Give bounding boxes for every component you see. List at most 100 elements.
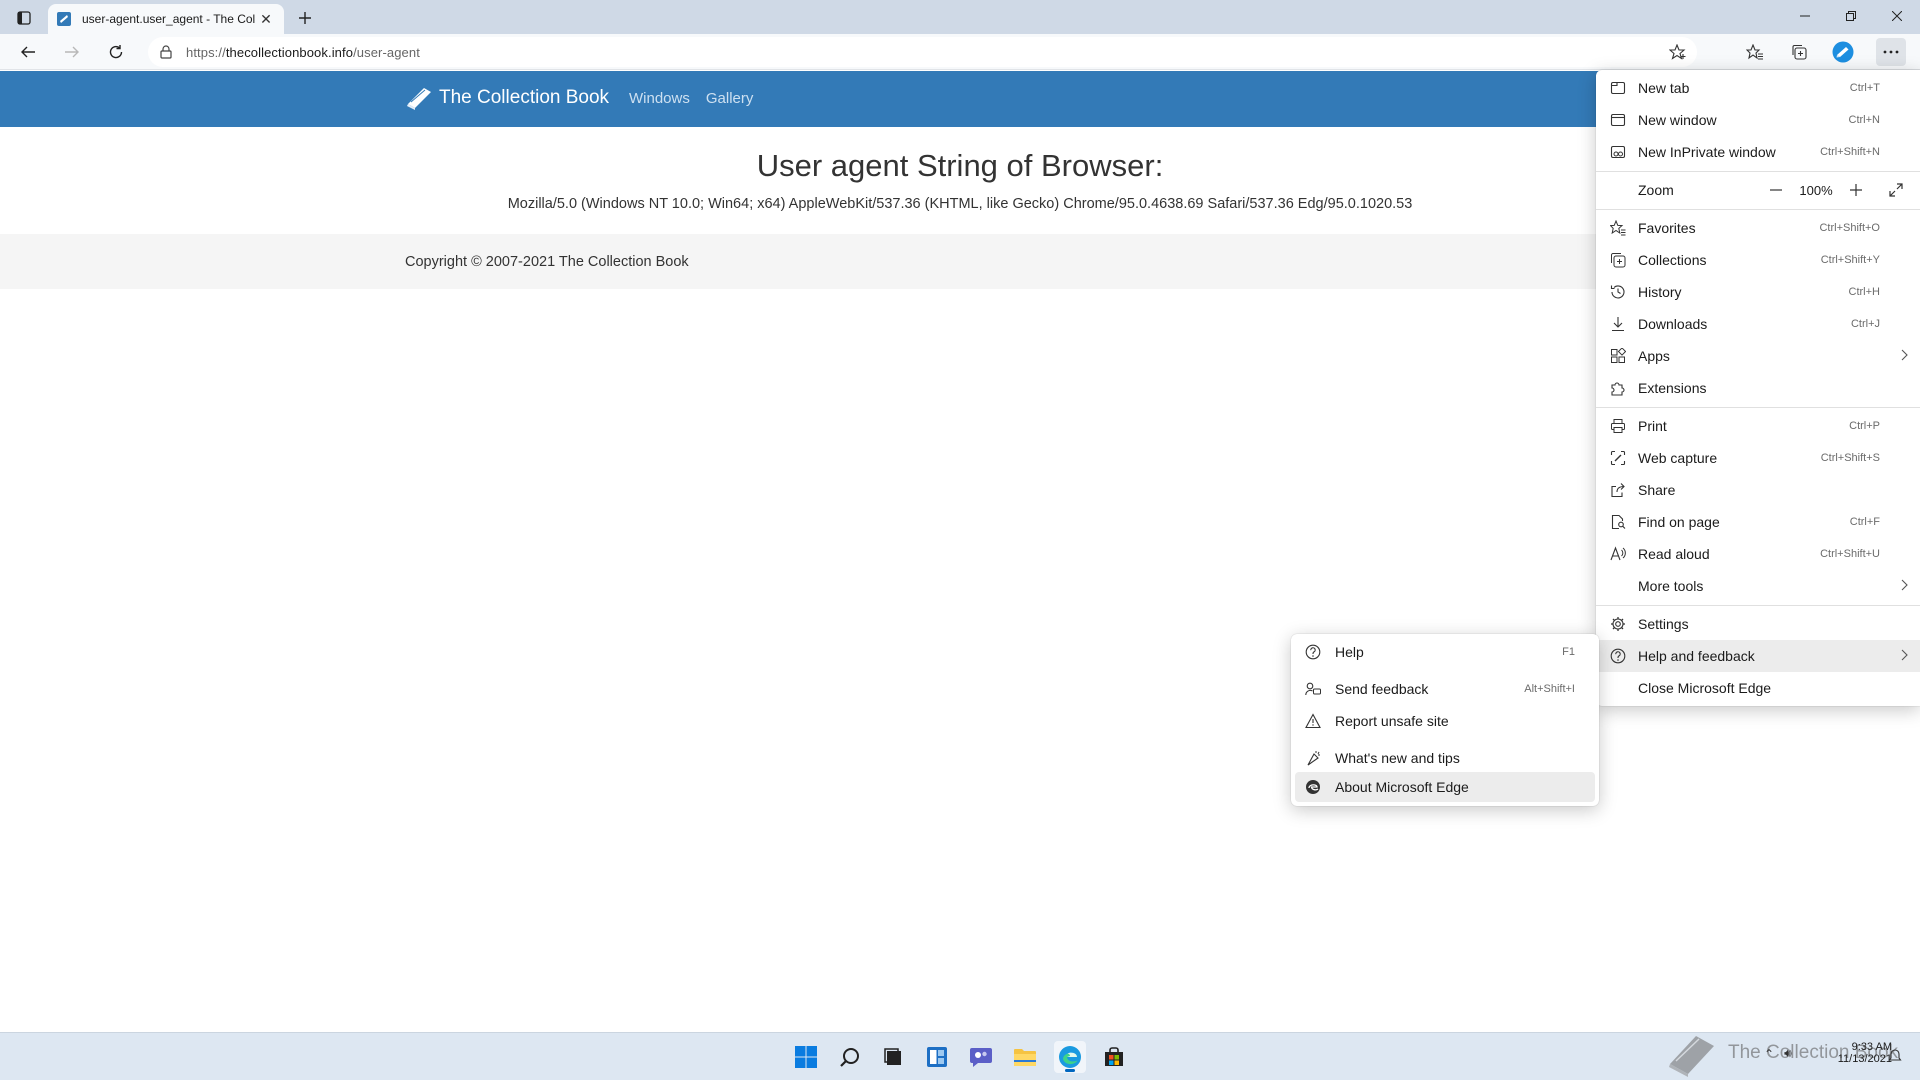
plus-icon <box>298 11 312 25</box>
close-window-button[interactable] <box>1874 0 1920 32</box>
notification-icon[interactable] <box>1888 1048 1902 1062</box>
submenu-item-send-feedback[interactable]: Send feedback Alt+Shift+I <box>1295 674 1595 704</box>
url-text: https://thecollectionbook.info/user-agen… <box>186 45 420 60</box>
help-circle-icon <box>1610 648 1626 664</box>
favorites-star-icon <box>1746 44 1764 60</box>
menu-label: Find on page <box>1638 514 1720 530</box>
menu-item-collections[interactable]: Collections Ctrl+Shift+Y <box>1596 244 1920 276</box>
taskbar-search-button[interactable] <box>834 1041 866 1073</box>
url-path: /user-agent <box>353 44 420 60</box>
collections-button[interactable] <box>1784 38 1814 66</box>
printer-icon <box>1610 418 1626 434</box>
speaker-icon[interactable]: 🔊︎ <box>1784 1046 1792 1061</box>
menu-item-downloads[interactable]: Downloads Ctrl+J <box>1596 308 1920 340</box>
site-brand-link[interactable]: The Collection Book <box>405 85 609 111</box>
book-watermark-icon <box>1666 1028 1718 1078</box>
lock-icon[interactable] <box>160 45 172 59</box>
profile-button[interactable] <box>1828 38 1858 66</box>
menu-label: Share <box>1638 482 1676 498</box>
start-button[interactable] <box>790 1041 822 1073</box>
taskbar-clock[interactable]: 9:33 AM 11/13/2021 <box>1818 1041 1892 1065</box>
submenu-item-about-edge[interactable]: About Microsoft Edge <box>1295 772 1595 802</box>
restore-button[interactable] <box>1828 0 1874 32</box>
menu-label: Favorites <box>1638 220 1696 236</box>
submenu-item-whats-new[interactable]: What's new and tips <box>1295 743 1595 773</box>
task-view-icon <box>883 1047 903 1067</box>
menu-item-help-and-feedback[interactable]: Help and feedback <box>1596 640 1920 672</box>
menu-label: Zoom <box>1638 182 1674 198</box>
add-favorite-icon[interactable] <box>1669 44 1687 60</box>
menu-label: Print <box>1638 418 1667 434</box>
zoom-in-button[interactable] <box>1842 176 1870 204</box>
menu-item-new-tab[interactable]: New tab Ctrl+T <box>1596 72 1920 104</box>
chat-button[interactable] <box>965 1041 997 1073</box>
refresh-button[interactable] <box>102 38 130 66</box>
menu-item-print[interactable]: Print Ctrl+P <box>1596 410 1920 442</box>
collections-icon <box>1791 44 1807 60</box>
feedback-person-icon <box>1305 681 1321 697</box>
menu-item-find-on-page[interactable]: Find on page Ctrl+F <box>1596 506 1920 538</box>
tab-actions-icon <box>17 11 31 25</box>
menu-item-history[interactable]: History Ctrl+H <box>1596 276 1920 308</box>
widgets-button[interactable] <box>921 1041 953 1073</box>
zoom-out-button[interactable] <box>1762 176 1790 204</box>
profile-avatar-icon <box>1832 41 1854 63</box>
menu-label: Web capture <box>1638 450 1718 466</box>
widgets-icon <box>926 1046 948 1068</box>
menu-item-read-aloud[interactable]: Read aloud Ctrl+Shift+U <box>1596 538 1920 570</box>
tab-close-icon[interactable]: ✕ <box>256 9 276 29</box>
menu-item-apps[interactable]: Apps <box>1596 340 1920 372</box>
submenu-item-help[interactable]: Help F1 <box>1295 637 1595 667</box>
nav-link-gallery[interactable]: Gallery <box>706 90 754 107</box>
back-button[interactable] <box>14 38 42 66</box>
menu-item-close-edge[interactable]: Close Microsoft Edge <box>1596 672 1920 704</box>
new-tab-button[interactable] <box>292 5 318 31</box>
menu-item-new-window[interactable]: New window Ctrl+N <box>1596 104 1920 136</box>
tab-actions-button[interactable] <box>8 6 40 30</box>
zoom-level: 100% <box>1799 182 1833 198</box>
task-view-button[interactable] <box>877 1041 909 1073</box>
menu-label: Collections <box>1638 252 1707 268</box>
menu-item-zoom: Zoom 100% <box>1596 174 1920 206</box>
menu-item-more-tools[interactable]: More tools <box>1596 570 1920 602</box>
submenu-label: Send feedback <box>1335 681 1429 697</box>
menu-item-new-inprivate-window[interactable]: New InPrivate window Ctrl+Shift+N <box>1596 136 1920 168</box>
read-aloud-icon <box>1610 546 1626 562</box>
favorites-button[interactable] <box>1740 38 1770 66</box>
menu-item-settings[interactable]: Settings <box>1596 608 1920 640</box>
system-tray: ⌃ 🔊︎ <box>1764 1046 1792 1061</box>
submenu-item-report-unsafe-site[interactable]: Report unsafe site <box>1295 706 1595 736</box>
folder-icon <box>1013 1047 1037 1067</box>
settings-more-button[interactable] <box>1876 38 1906 66</box>
address-bar[interactable]: https://thecollectionbook.info/user-agen… <box>148 37 1697 67</box>
menu-item-share[interactable]: Share <box>1596 474 1920 506</box>
menu-item-extensions[interactable]: Extensions <box>1596 372 1920 404</box>
file-explorer-button[interactable] <box>1009 1041 1041 1073</box>
forward-button[interactable] <box>58 38 86 66</box>
menu-shortcut: Ctrl+F <box>1849 516 1880 528</box>
help-circle-icon <box>1305 644 1321 660</box>
menu-shortcut: Ctrl+H <box>1848 286 1880 298</box>
chevron-up-icon[interactable]: ⌃ <box>1764 1047 1774 1061</box>
minimize-button[interactable] <box>1782 0 1828 32</box>
share-icon <box>1610 482 1626 498</box>
nav-link-windows[interactable]: Windows <box>629 90 690 107</box>
menu-divider <box>1596 209 1920 210</box>
copyright-text: Copyright © 2007-2021 The Collection Boo… <box>405 254 689 270</box>
help-feedback-submenu: Help F1 Send feedback Alt+Shift+I Report… <box>1291 634 1599 806</box>
menu-shortcut: Ctrl+P <box>1849 420 1880 432</box>
store-button[interactable] <box>1098 1041 1130 1073</box>
menu-item-favorites[interactable]: Favorites Ctrl+Shift+O <box>1596 212 1920 244</box>
menu-label: Settings <box>1638 616 1689 632</box>
menu-item-web-capture[interactable]: Web capture Ctrl+Shift+S <box>1596 442 1920 474</box>
edge-taskbar-button[interactable] <box>1054 1041 1086 1073</box>
submenu-shortcut: Alt+Shift+I <box>1524 683 1575 695</box>
menu-label: Read aloud <box>1638 546 1710 562</box>
chevron-right-icon <box>1900 349 1908 361</box>
browser-tab[interactable]: user-agent.user_agent - The Coll ✕ <box>48 4 284 34</box>
book-logo-icon <box>405 85 439 111</box>
windows-taskbar <box>0 1032 1920 1080</box>
submenu-label: What's new and tips <box>1335 750 1460 766</box>
fullscreen-button[interactable] <box>1882 176 1910 204</box>
favorites-icon <box>1610 220 1626 236</box>
